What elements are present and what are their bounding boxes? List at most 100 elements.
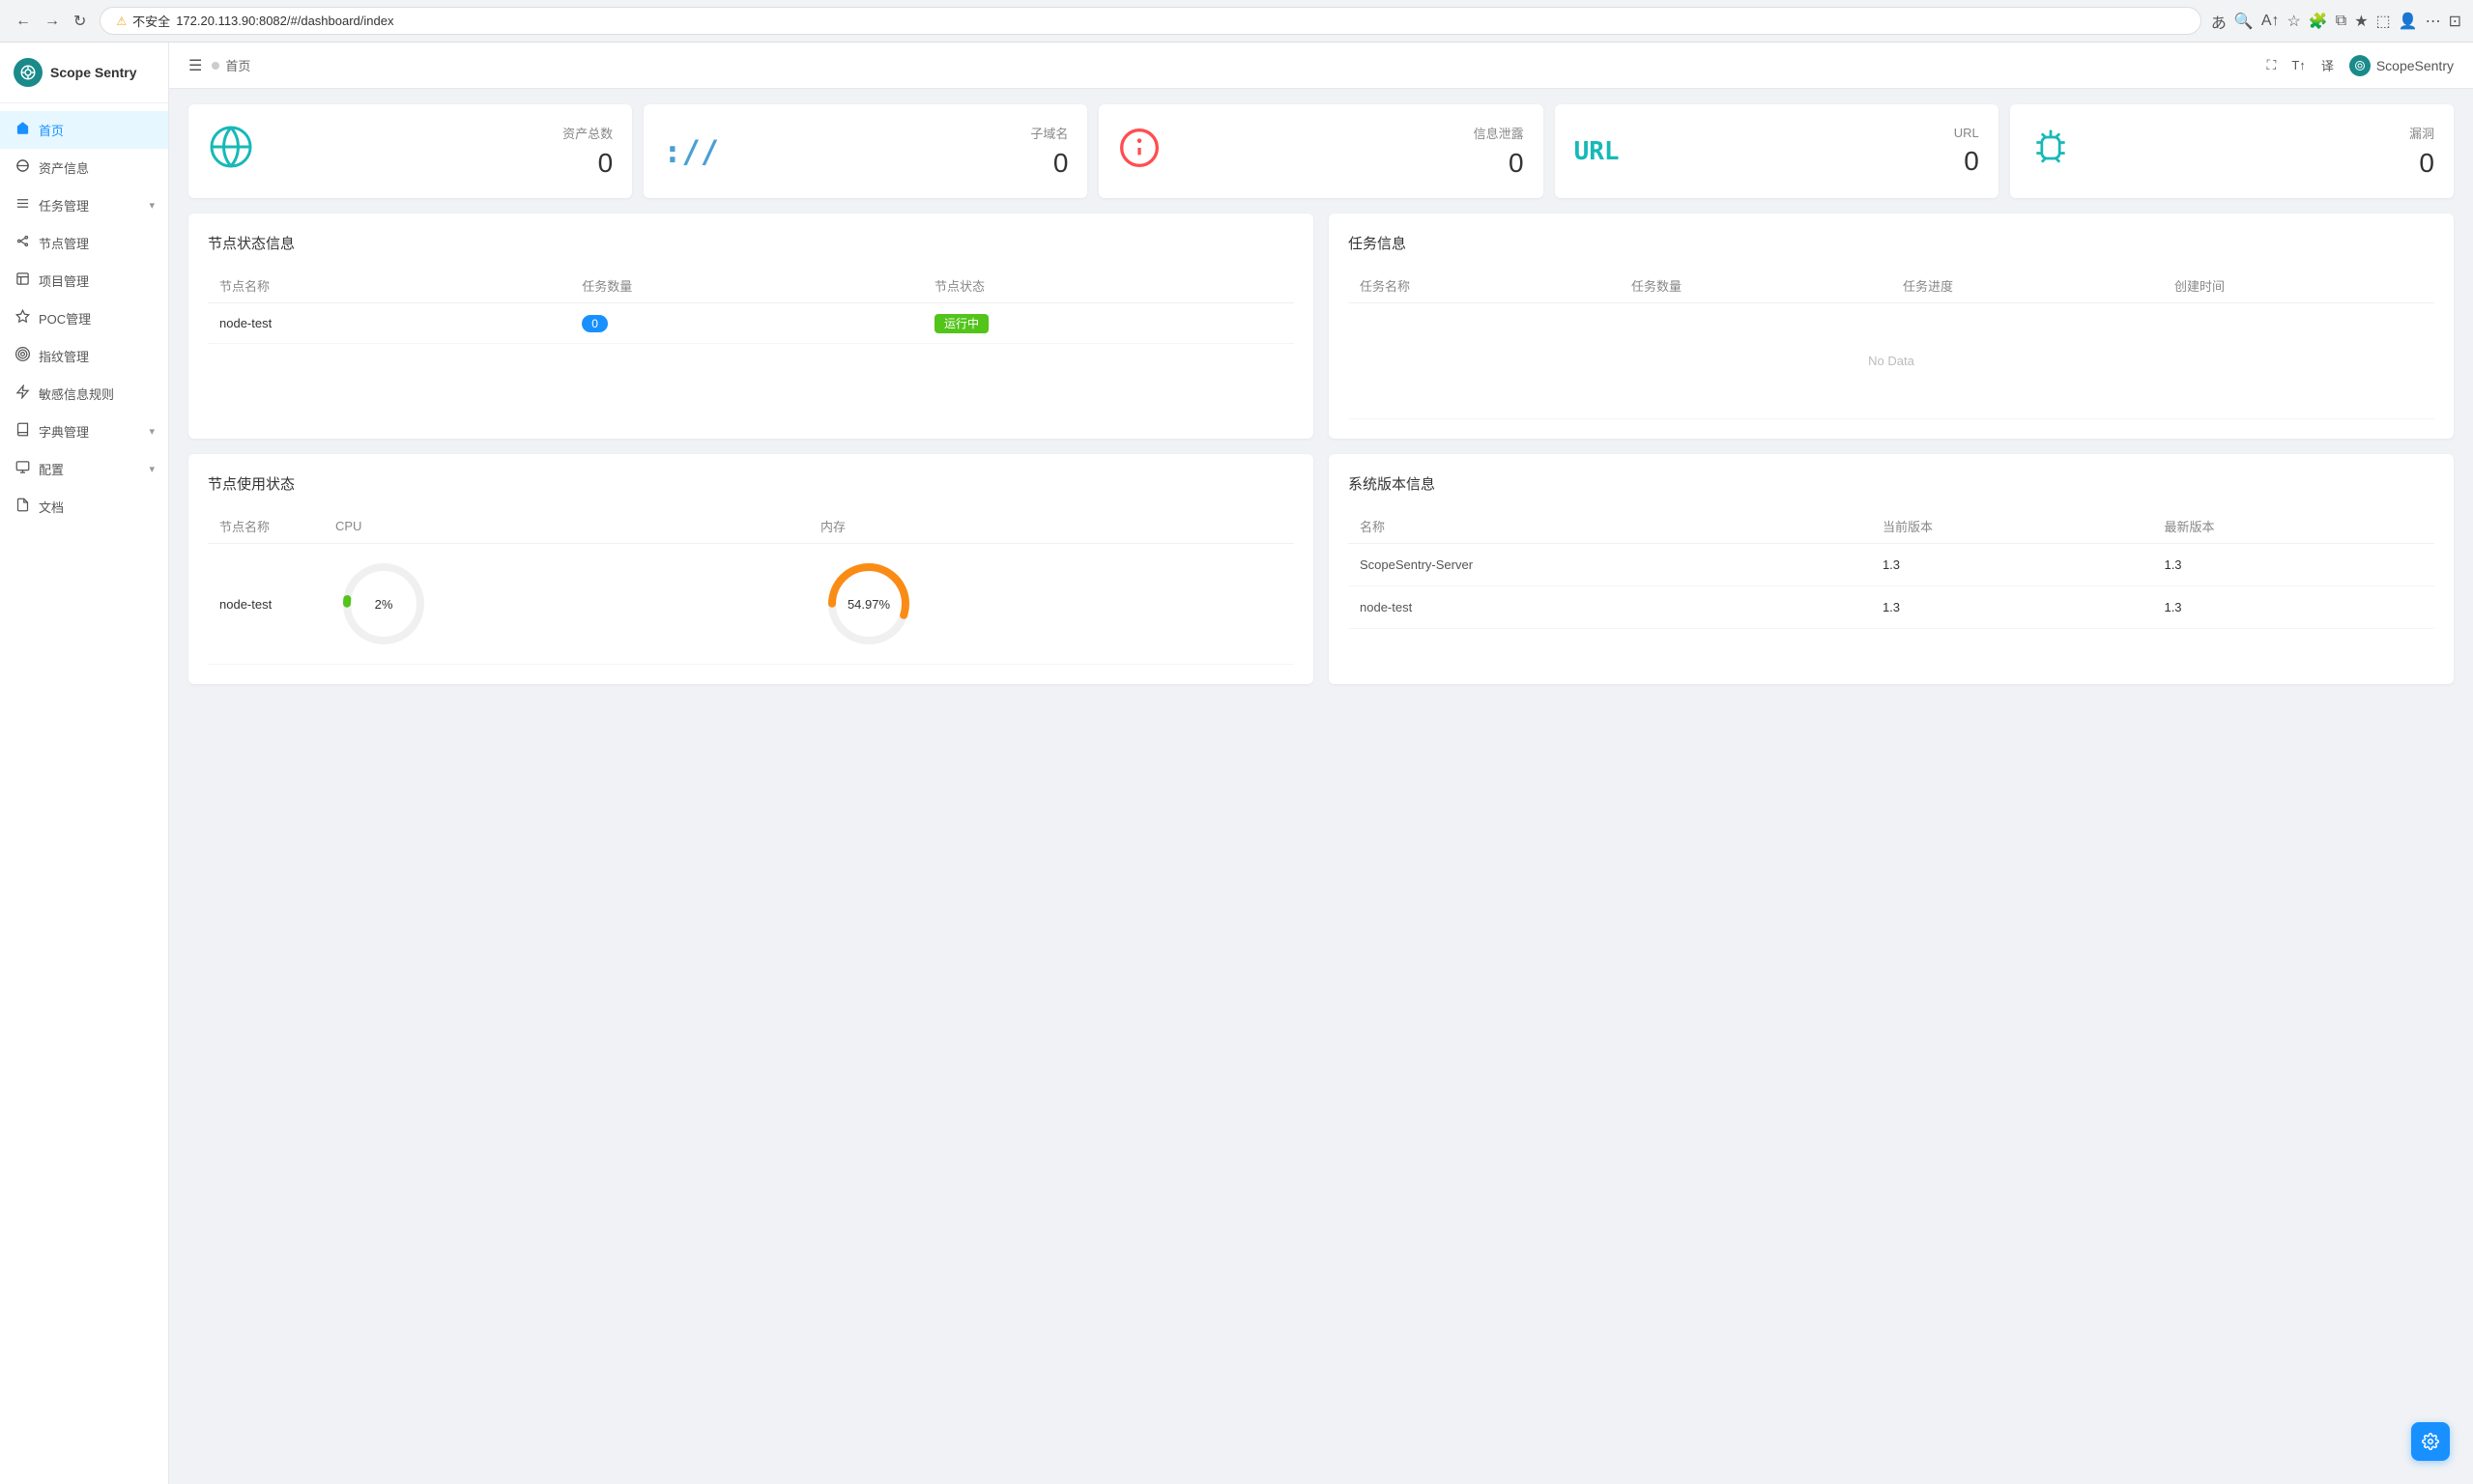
task-count-badge: 0 — [582, 315, 608, 332]
screenshot-icon[interactable]: ⬚ — [2376, 12, 2391, 31]
logo-text: Scope Sentry — [50, 65, 136, 80]
globe-icon — [208, 124, 254, 179]
cpu-donut: 2% — [335, 556, 432, 652]
version-latest-0: 1.3 — [2152, 544, 2434, 586]
task-info-table: 任务名称 任务数量 任务进度 创建时间 No Data — [1348, 269, 2434, 419]
sidebar-item-assets[interactable]: 资产信息 — [0, 149, 168, 186]
splitview-icon[interactable]: ⧉ — [2336, 13, 2346, 30]
topbar-left: ☰ 首页 — [188, 56, 250, 75]
sidebar-item-fingerprint[interactable]: 指纹管理 — [0, 337, 168, 375]
col-node-status: 节点状态 — [923, 269, 1294, 303]
node-status-table: 节点名称 任务数量 节点状态 node-test 0 — [208, 269, 1294, 344]
breadcrumb-label: 首页 — [225, 56, 250, 74]
col-usage-node-name: 节点名称 — [208, 509, 324, 544]
browser-actions: あ 🔍 A↑ ☆ 🧩 ⧉ ★ ⬚ 👤 ⋯ ⊡ — [2211, 10, 2461, 33]
stat-value-infoleak: 0 — [1176, 148, 1523, 179]
settings-fab[interactable] — [2411, 1422, 2450, 1461]
poc-icon — [14, 309, 31, 328]
cpu-label: 2% — [375, 597, 393, 612]
extensions-icon[interactable]: 🧩 — [2309, 12, 2328, 31]
bug-icon — [2029, 127, 2072, 177]
reload-button[interactable]: ↻ — [70, 8, 90, 35]
favorites-icon[interactable]: ★ — [2354, 12, 2368, 31]
mem-chart-cell: 54.97% — [809, 544, 1294, 665]
stat-label-subdomains: 子域名 — [734, 124, 1068, 142]
menu-toggle-icon[interactable]: ☰ — [188, 56, 202, 75]
stat-card-infoleak: 信息泄露 0 — [1099, 104, 1542, 198]
tasks-icon — [14, 196, 31, 214]
cpu-chart-cell: 2% — [324, 544, 809, 665]
subdomain-icon: :// — [663, 133, 719, 170]
back-button[interactable]: ← — [12, 9, 35, 34]
forward-button[interactable]: → — [41, 9, 64, 34]
nodes-icon — [14, 234, 31, 252]
font-size-icon[interactable]: T↑ — [2291, 58, 2305, 72]
sidebar-item-sensitive[interactable]: 敏感信息规则 — [0, 375, 168, 413]
version-table: 名称 当前版本 最新版本 ScopeSentry-Server 1.3 1.3 — [1348, 509, 2434, 629]
more-icon[interactable]: ⋯ — [2426, 12, 2441, 31]
info-icon — [1118, 127, 1161, 177]
stat-card-subdomains: :// 子域名 0 — [644, 104, 1087, 198]
sidebar-item-tasks[interactable]: 任务管理 ▾ — [0, 186, 168, 224]
search-icon[interactable]: 🔍 — [2234, 12, 2254, 31]
sidebar-item-dictionary[interactable]: 字典管理 ▾ — [0, 413, 168, 450]
address-bar[interactable]: ⚠ 不安全 172.20.113.90:8082/#/dashboard/ind… — [100, 7, 2200, 35]
stat-card-assets: 资产总数 0 — [188, 104, 632, 198]
fingerprint-icon — [14, 347, 31, 365]
node-usage-title: 节点使用状态 — [208, 473, 1294, 494]
topbar-brand-text: ScopeSentry — [2376, 58, 2454, 73]
topbar: ☰ 首页 ⛶ T↑ 译 ScopeSentry — [169, 43, 2473, 89]
topbar-brand-logo — [2349, 55, 2371, 76]
sidebar-item-config[interactable]: 配置 ▾ — [0, 450, 168, 488]
node-name-cell: node-test — [208, 303, 570, 344]
node-status-panel: 节点状态信息 节点名称 任务数量 节点状态 node-test — [188, 214, 1313, 439]
stat-value-url: 0 — [1635, 146, 1979, 177]
topbar-brand: ScopeSentry — [2349, 55, 2454, 76]
app-layout: Scope Sentry 首页 资产信息 任 — [0, 43, 2473, 1484]
node-status-title: 节点状态信息 — [208, 233, 1294, 253]
user-icon[interactable]: 👤 — [2399, 12, 2418, 31]
table-row: node-test 1.3 1.3 — [1348, 586, 2434, 629]
no-data-row: No Data — [1348, 303, 2434, 419]
stat-value-subdomains: 0 — [734, 148, 1068, 179]
fullscreen-icon[interactable]: ⊡ — [2449, 12, 2461, 31]
read-icon[interactable]: A↑ — [2261, 13, 2280, 30]
running-badge: 运行中 — [935, 314, 989, 333]
system-version-title: 系统版本信息 — [1348, 473, 2434, 494]
mem-donut: 54.97% — [820, 556, 917, 652]
sidebar-item-projects[interactable]: 项目管理 — [0, 262, 168, 300]
stat-value-vuln: 0 — [2087, 148, 2434, 179]
warning-label: 不安全 — [132, 12, 170, 30]
translate-icon[interactable]: 译 — [2321, 56, 2334, 74]
node-status-cell: 运行中 — [923, 303, 1294, 344]
translate-icon[interactable]: あ — [2211, 10, 2227, 33]
sidebar-item-poc[interactable]: POC管理 — [0, 300, 168, 337]
stat-value-assets: 0 — [270, 148, 613, 179]
stat-label-assets: 资产总数 — [270, 124, 613, 142]
sidebar-label-dictionary: 字典管理 — [39, 422, 89, 441]
col-cpu: CPU — [324, 509, 809, 544]
stat-label-vuln: 漏洞 — [2087, 124, 2434, 142]
fullscreen-icon[interactable]: ⛶ — [2267, 57, 2277, 73]
sidebar-label-fingerprint: 指纹管理 — [39, 347, 89, 365]
mem-label: 54.97% — [848, 597, 890, 612]
sidebar-item-nodes[interactable]: 节点管理 — [0, 224, 168, 262]
sidebar-label-config: 配置 — [39, 460, 64, 478]
stat-label-infoleak: 信息泄露 — [1176, 124, 1523, 142]
task-count-cell: 0 — [570, 303, 923, 344]
sidebar-item-docs[interactable]: 文档 — [0, 488, 168, 526]
sidebar-item-home[interactable]: 首页 — [0, 111, 168, 149]
stat-card-vuln: 漏洞 0 — [2010, 104, 2454, 198]
version-latest-1: 1.3 — [2152, 586, 2434, 629]
bookmark-icon[interactable]: ☆ — [2287, 12, 2301, 31]
sidebar-label-docs: 文档 — [39, 498, 64, 516]
node-usage-panel: 节点使用状态 节点名称 CPU 内存 node-test — [188, 454, 1313, 684]
two-col-top: 节点状态信息 节点名称 任务数量 节点状态 node-test — [188, 214, 2454, 439]
col-created-time: 创建时间 — [2163, 269, 2434, 303]
tasks-arrow: ▾ — [149, 199, 155, 212]
two-col-bottom: 节点使用状态 节点名称 CPU 内存 node-test — [188, 454, 2454, 684]
task-info-panel: 任务信息 任务名称 任务数量 任务进度 创建时间 — [1329, 214, 2454, 439]
col-memory: 内存 — [809, 509, 1294, 544]
col-task-count: 任务数量 — [1620, 269, 1891, 303]
config-arrow: ▾ — [149, 463, 155, 475]
